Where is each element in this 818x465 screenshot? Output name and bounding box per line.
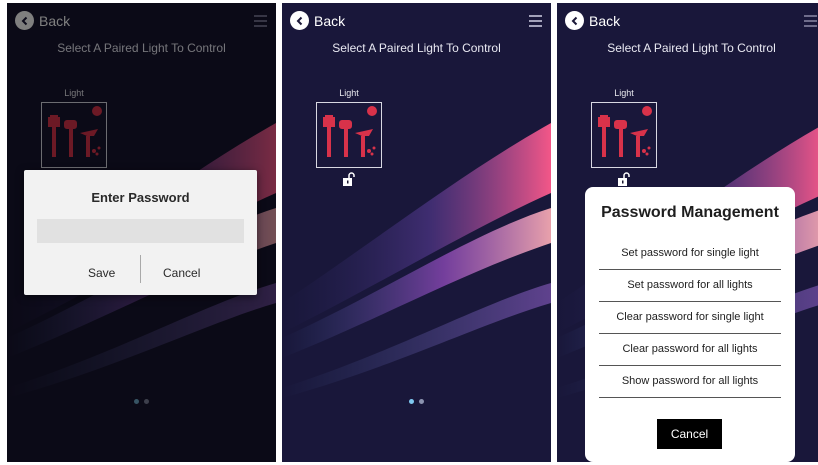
light-label: Light xyxy=(339,88,359,98)
hamburger-menu-icon[interactable] xyxy=(804,15,817,27)
light-label: Light xyxy=(614,88,634,98)
screen-password-management: Back Select A Paired Light To Control Li… xyxy=(557,3,818,462)
page-dot xyxy=(409,399,414,404)
set-password-all-option[interactable]: Set password for all lights xyxy=(599,270,781,302)
paired-light-tile[interactable]: Light xyxy=(591,88,657,186)
page-dot xyxy=(419,399,424,404)
page-subtitle: Select A Paired Light To Control xyxy=(607,41,776,55)
background-art xyxy=(282,3,551,462)
password-input[interactable] xyxy=(37,219,244,243)
cancel-button[interactable]: Cancel xyxy=(657,419,722,449)
chevron-left-icon xyxy=(565,11,584,30)
enter-password-dialog: Enter Password Save Cancel xyxy=(24,170,257,295)
show-password-all-option[interactable]: Show password for all lights xyxy=(599,366,781,398)
cancel-button[interactable]: Cancel xyxy=(163,266,200,280)
clear-password-all-option[interactable]: Clear password for all lights xyxy=(599,334,781,366)
button-divider xyxy=(140,255,141,283)
unlocked-padlock-icon[interactable] xyxy=(342,172,356,191)
page-indicator xyxy=(282,399,551,404)
garden-lights-icon xyxy=(591,102,657,168)
back-label: Back xyxy=(589,12,621,29)
clear-password-single-option[interactable]: Clear password for single light xyxy=(599,302,781,334)
back-button[interactable]: Back xyxy=(290,11,345,30)
screen-select-light: Back Select A Paired Light To Control Li… xyxy=(282,3,551,462)
password-management-sheet: Password Management Set password for sin… xyxy=(585,187,795,462)
screen-enter-password: Back Select A Paired Light To Control Li… xyxy=(7,3,276,462)
password-options-list: Set password for single light Set passwo… xyxy=(599,238,781,398)
hamburger-menu-icon[interactable] xyxy=(529,15,542,27)
back-button[interactable]: Back xyxy=(565,11,620,30)
page-subtitle: Select A Paired Light To Control xyxy=(332,41,501,55)
top-bar: Back xyxy=(282,3,551,41)
sheet-title: Password Management xyxy=(601,204,779,221)
top-bar: Back xyxy=(557,3,818,41)
paired-light-tile[interactable]: Light xyxy=(316,88,382,186)
garden-lights-icon xyxy=(316,102,382,168)
dialog-title: Enter Password xyxy=(91,190,190,205)
back-label: Back xyxy=(314,12,346,29)
chevron-left-icon xyxy=(290,11,309,30)
set-password-single-option[interactable]: Set password for single light xyxy=(599,238,781,270)
save-button[interactable]: Save xyxy=(88,266,115,280)
